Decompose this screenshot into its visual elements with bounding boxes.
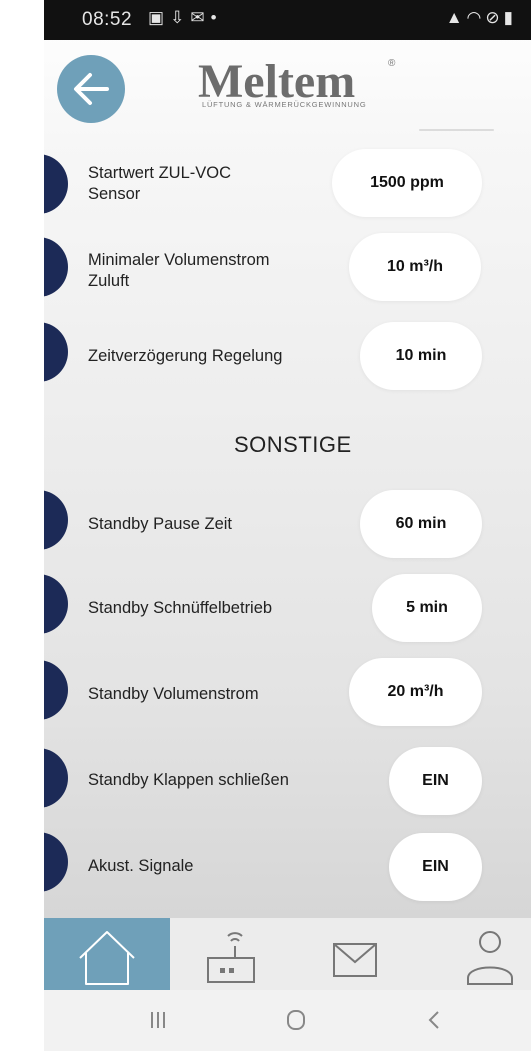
meltem-logo: Meltem ® LÜFTUNG & WÄRMERÜCKGEWINNUNG	[194, 55, 414, 118]
row-number-badge: 7	[44, 748, 68, 808]
setting-label: Minimaler Volumenstrom Zuluft	[88, 250, 270, 292]
mail-icon: ✉	[190, 8, 211, 27]
tab-device[interactable]	[170, 918, 292, 990]
min-volume-value-button[interactable]: 10 m³/h	[349, 233, 481, 301]
row-number-badge: 8	[44, 832, 68, 892]
setting-row-delay: 3 Zeitverzögerung Regelung 10 min	[44, 318, 531, 398]
setting-row-acoustic-signals: 8 Akust. Signale EIN	[44, 832, 531, 904]
row-number-badge: 3	[44, 322, 68, 382]
row-number-badge: 1	[44, 154, 68, 214]
notification-icons: ▣⇩✉•	[148, 8, 223, 28]
setting-label-line2: Zuluft	[88, 272, 130, 290]
setting-label: Zeitverzögerung Regelung	[88, 346, 282, 367]
logo-tagline: LÜFTUNG & WÄRMERÜCKGEWINNUNG	[202, 100, 367, 109]
scroll-divider	[419, 129, 494, 131]
download-icon: ⇩	[170, 8, 191, 27]
recent-apps-icon	[151, 1012, 165, 1028]
setting-label: Standby Pause Zeit	[88, 515, 233, 533]
tab-profile[interactable]	[410, 918, 531, 990]
setting-label: Standby Klappen schließen	[88, 771, 289, 789]
tab-messages[interactable]	[292, 918, 410, 990]
home-icon	[79, 931, 135, 985]
dnd-icon: ⊘	[485, 8, 504, 27]
row-number-badge: 4	[44, 490, 68, 550]
standby-sniff-value-button[interactable]: 5 min	[372, 574, 482, 642]
standby-flaps-toggle-button[interactable]: EIN	[389, 747, 482, 815]
row-number-badge: 6	[44, 660, 68, 720]
user-icon	[467, 931, 513, 985]
image-icon: ▣	[148, 8, 171, 27]
setting-label-line1: Minimaler Volumenstrom	[88, 251, 270, 269]
setting-label-line1: Zeitverzögerung Regelung	[88, 347, 283, 365]
standby-pause-value-button[interactable]: 60 min	[360, 490, 482, 558]
row-number-badge: 5	[44, 574, 68, 634]
device-wifi-icon	[207, 932, 255, 983]
dot-icon: •	[210, 8, 223, 27]
setting-label: Standby Schnüffelbetrieb	[88, 599, 273, 617]
signal-icon: ▲	[445, 8, 467, 27]
voc-start-value-button[interactable]: 1500 ppm	[332, 149, 482, 217]
setting-row-standby-flaps: 7 Standby Klappen schließen EIN	[44, 747, 531, 820]
home-nav-button[interactable]	[266, 1002, 326, 1038]
setting-label: Startwert ZUL-VOC Sensor	[88, 163, 231, 205]
setting-row-min-volume: 2 Minimaler Volumenstrom Zuluft 10 m³/h	[44, 228, 531, 308]
bottom-tab-bar	[44, 918, 531, 990]
status-bar: 08:52 ▣⇩✉• ▲◠⊘▮	[44, 0, 531, 40]
wifi-icon: ◠	[466, 8, 486, 27]
back-nav-button[interactable]	[404, 1002, 464, 1038]
setting-label-line1: Startwert ZUL-VOC	[88, 164, 232, 182]
logo-registered-mark: ®	[388, 58, 396, 69]
chevron-left-icon	[428, 1011, 439, 1029]
arrow-left-icon	[74, 73, 109, 105]
setting-row-standby-volume: 6 Standby Volumenstrom 20 m³/h	[44, 658, 531, 730]
section-title: SONSTIGE	[234, 432, 352, 457]
mail-icon	[333, 943, 377, 977]
setting-row-standby-sniff: 5 Standby Schnüffelbetrieb 5 min	[44, 574, 531, 646]
status-time: 08:52	[82, 9, 133, 30]
battery-icon: ▮	[503, 8, 517, 27]
tab-home[interactable]	[44, 918, 170, 990]
recent-apps-button[interactable]	[128, 1002, 188, 1038]
setting-row-voc: 1 Startwert ZUL-VOC Sensor 1500 ppm	[44, 145, 531, 225]
delay-value-button[interactable]: 10 min	[360, 322, 482, 390]
setting-label-line2: Sensor	[88, 185, 141, 203]
acoustic-signals-toggle-button[interactable]: EIN	[389, 833, 482, 901]
setting-label: Akust. Signale	[88, 857, 194, 875]
system-nav-bar	[44, 990, 531, 1051]
setting-label: Standby Volumenstrom	[88, 685, 259, 703]
standby-volume-value-button[interactable]: 20 m³/h	[349, 658, 482, 726]
back-button[interactable]	[57, 55, 125, 123]
setting-row-standby-pause: 4 Standby Pause Zeit 60 min	[44, 490, 531, 562]
app-screen: 08:52 ▣⇩✉• ▲◠⊘▮ Meltem ® LÜFTUNG & WÄRME…	[44, 0, 531, 1051]
system-icons: ▲◠⊘▮	[446, 8, 517, 28]
home-circle-icon	[287, 1010, 305, 1030]
row-number-badge: 2	[44, 237, 68, 297]
